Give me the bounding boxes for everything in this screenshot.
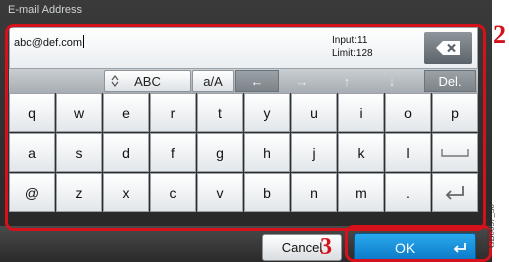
callout-ok-button bbox=[345, 225, 492, 262]
callout-keyboard-area bbox=[5, 24, 486, 231]
step-number-3: 3 bbox=[320, 234, 332, 260]
screen-title: E-mail Address bbox=[8, 4, 82, 16]
step-number-2: 2 bbox=[493, 20, 506, 49]
figure-id: GB0057_30 bbox=[486, 203, 496, 248]
